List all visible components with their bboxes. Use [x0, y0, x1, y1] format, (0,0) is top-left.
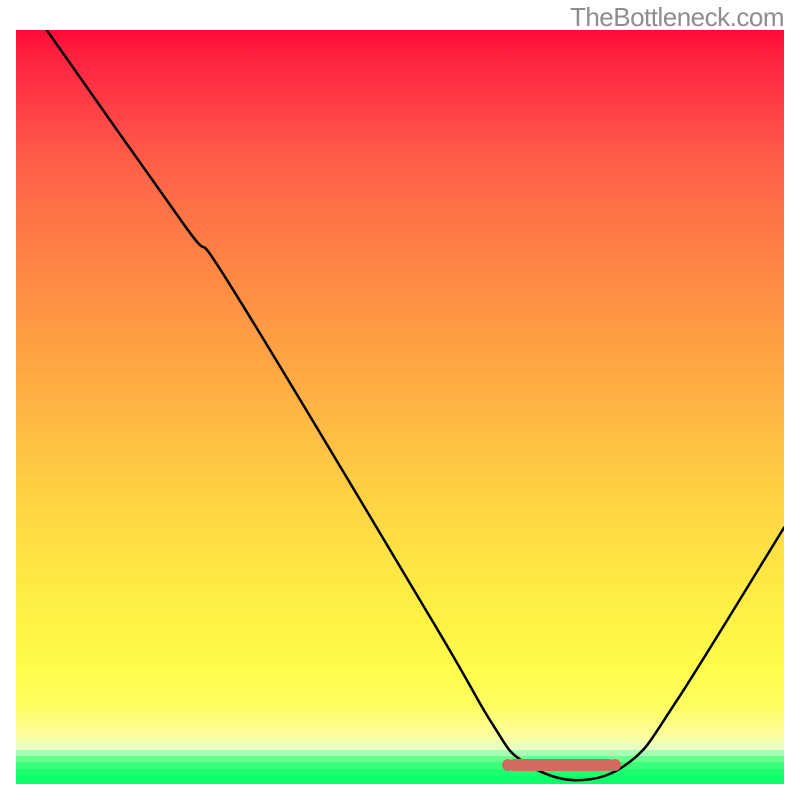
chart-area	[16, 30, 784, 784]
optimal-range-end-marker	[609, 759, 621, 771]
optimal-range-bar	[508, 759, 616, 771]
optimal-range-start-marker	[502, 759, 514, 771]
attribution-text: TheBottleneck.com	[570, 2, 784, 33]
bottleneck-curve	[16, 30, 784, 784]
